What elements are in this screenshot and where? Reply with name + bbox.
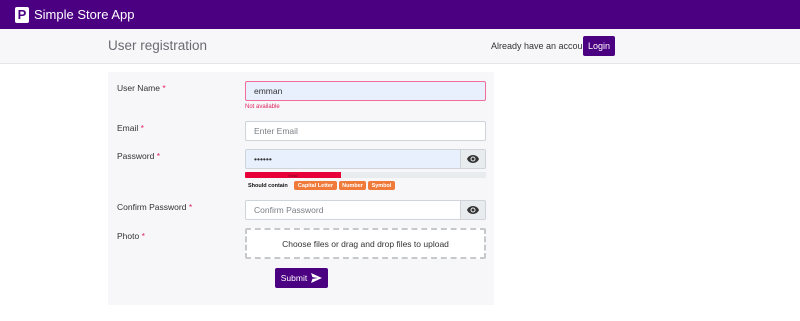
password-input[interactable]: •••••• xyxy=(245,149,461,169)
username-label: User Name * xyxy=(117,83,166,93)
email-input[interactable]: Enter Email xyxy=(245,121,486,141)
required-mark: * xyxy=(156,151,161,161)
photo-dropzone[interactable]: Choose files or drag and drop files to u… xyxy=(245,228,486,259)
login-prompt: Already have an account? xyxy=(491,41,596,51)
eye-icon xyxy=(467,155,479,163)
required-mark: * xyxy=(141,231,145,241)
eye-icon xyxy=(467,206,479,214)
app-brand[interactable]: Simple Store App xyxy=(34,7,134,22)
requirement-badge: Symbol xyxy=(368,181,395,190)
dropzone-text: Choose files or drag and drop files to u… xyxy=(282,238,449,249)
navbar: P Simple Store App xyxy=(0,0,800,29)
confirm-password-visibility-toggle[interactable] xyxy=(460,200,486,220)
password-strength-fill: Weak xyxy=(245,172,342,178)
email-label: Email * xyxy=(117,123,144,133)
password-label: Password * xyxy=(117,151,161,161)
confirm-password-input[interactable]: Confirm Password xyxy=(245,200,461,220)
submit-label: Submit xyxy=(280,273,308,283)
p-logo-icon[interactable]: P xyxy=(15,6,29,23)
requirement-badge: Capital Letter xyxy=(294,181,337,190)
photo-label: Photo * xyxy=(117,231,145,241)
requirement-badge: Number xyxy=(339,181,366,190)
password-strength-bar: Weak xyxy=(245,172,486,178)
confirm-password-label: Confirm Password * xyxy=(117,202,193,212)
required-mark: * xyxy=(188,202,193,212)
username-error: Not available xyxy=(245,104,280,110)
required-mark: * xyxy=(140,123,144,133)
login-button[interactable]: Login xyxy=(583,36,615,56)
page-title: User registration xyxy=(108,38,208,53)
requirements-label: Should contain xyxy=(248,183,288,189)
submit-button[interactable]: Submit xyxy=(275,268,328,288)
send-icon xyxy=(311,273,323,283)
required-mark: * xyxy=(162,83,166,93)
username-input[interactable]: emman xyxy=(245,81,486,101)
password-visibility-toggle[interactable] xyxy=(460,149,486,169)
